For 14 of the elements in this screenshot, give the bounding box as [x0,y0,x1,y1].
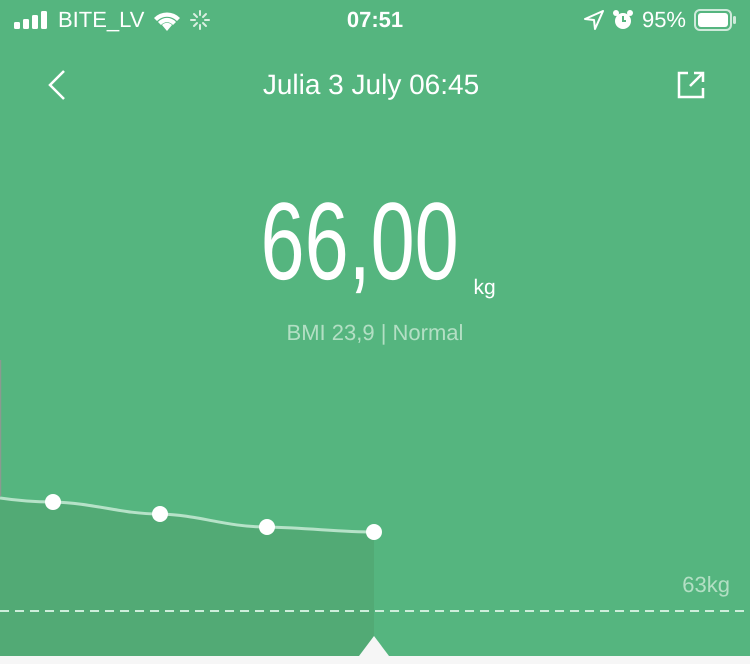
location-arrow-icon [584,10,604,30]
clock-time: 07:51 [346,7,404,33]
alarm-clock-icon [612,9,634,31]
selection-pointer-icon [359,636,389,656]
battery-percent: 95% [642,7,686,33]
target-weight-label: 63kg [682,572,730,598]
signal-icon [14,11,50,29]
loading-spinner-icon [190,10,210,30]
carrier-name: BITE_LV [58,7,144,33]
weight-unit: kg [474,276,496,300]
weight-value: 66,00 [260,190,459,294]
battery-icon [694,9,736,31]
bmi-status: BMI 23,9 | Normal [286,320,464,346]
screen-title: Julia 3 July 06:45 [262,69,480,101]
